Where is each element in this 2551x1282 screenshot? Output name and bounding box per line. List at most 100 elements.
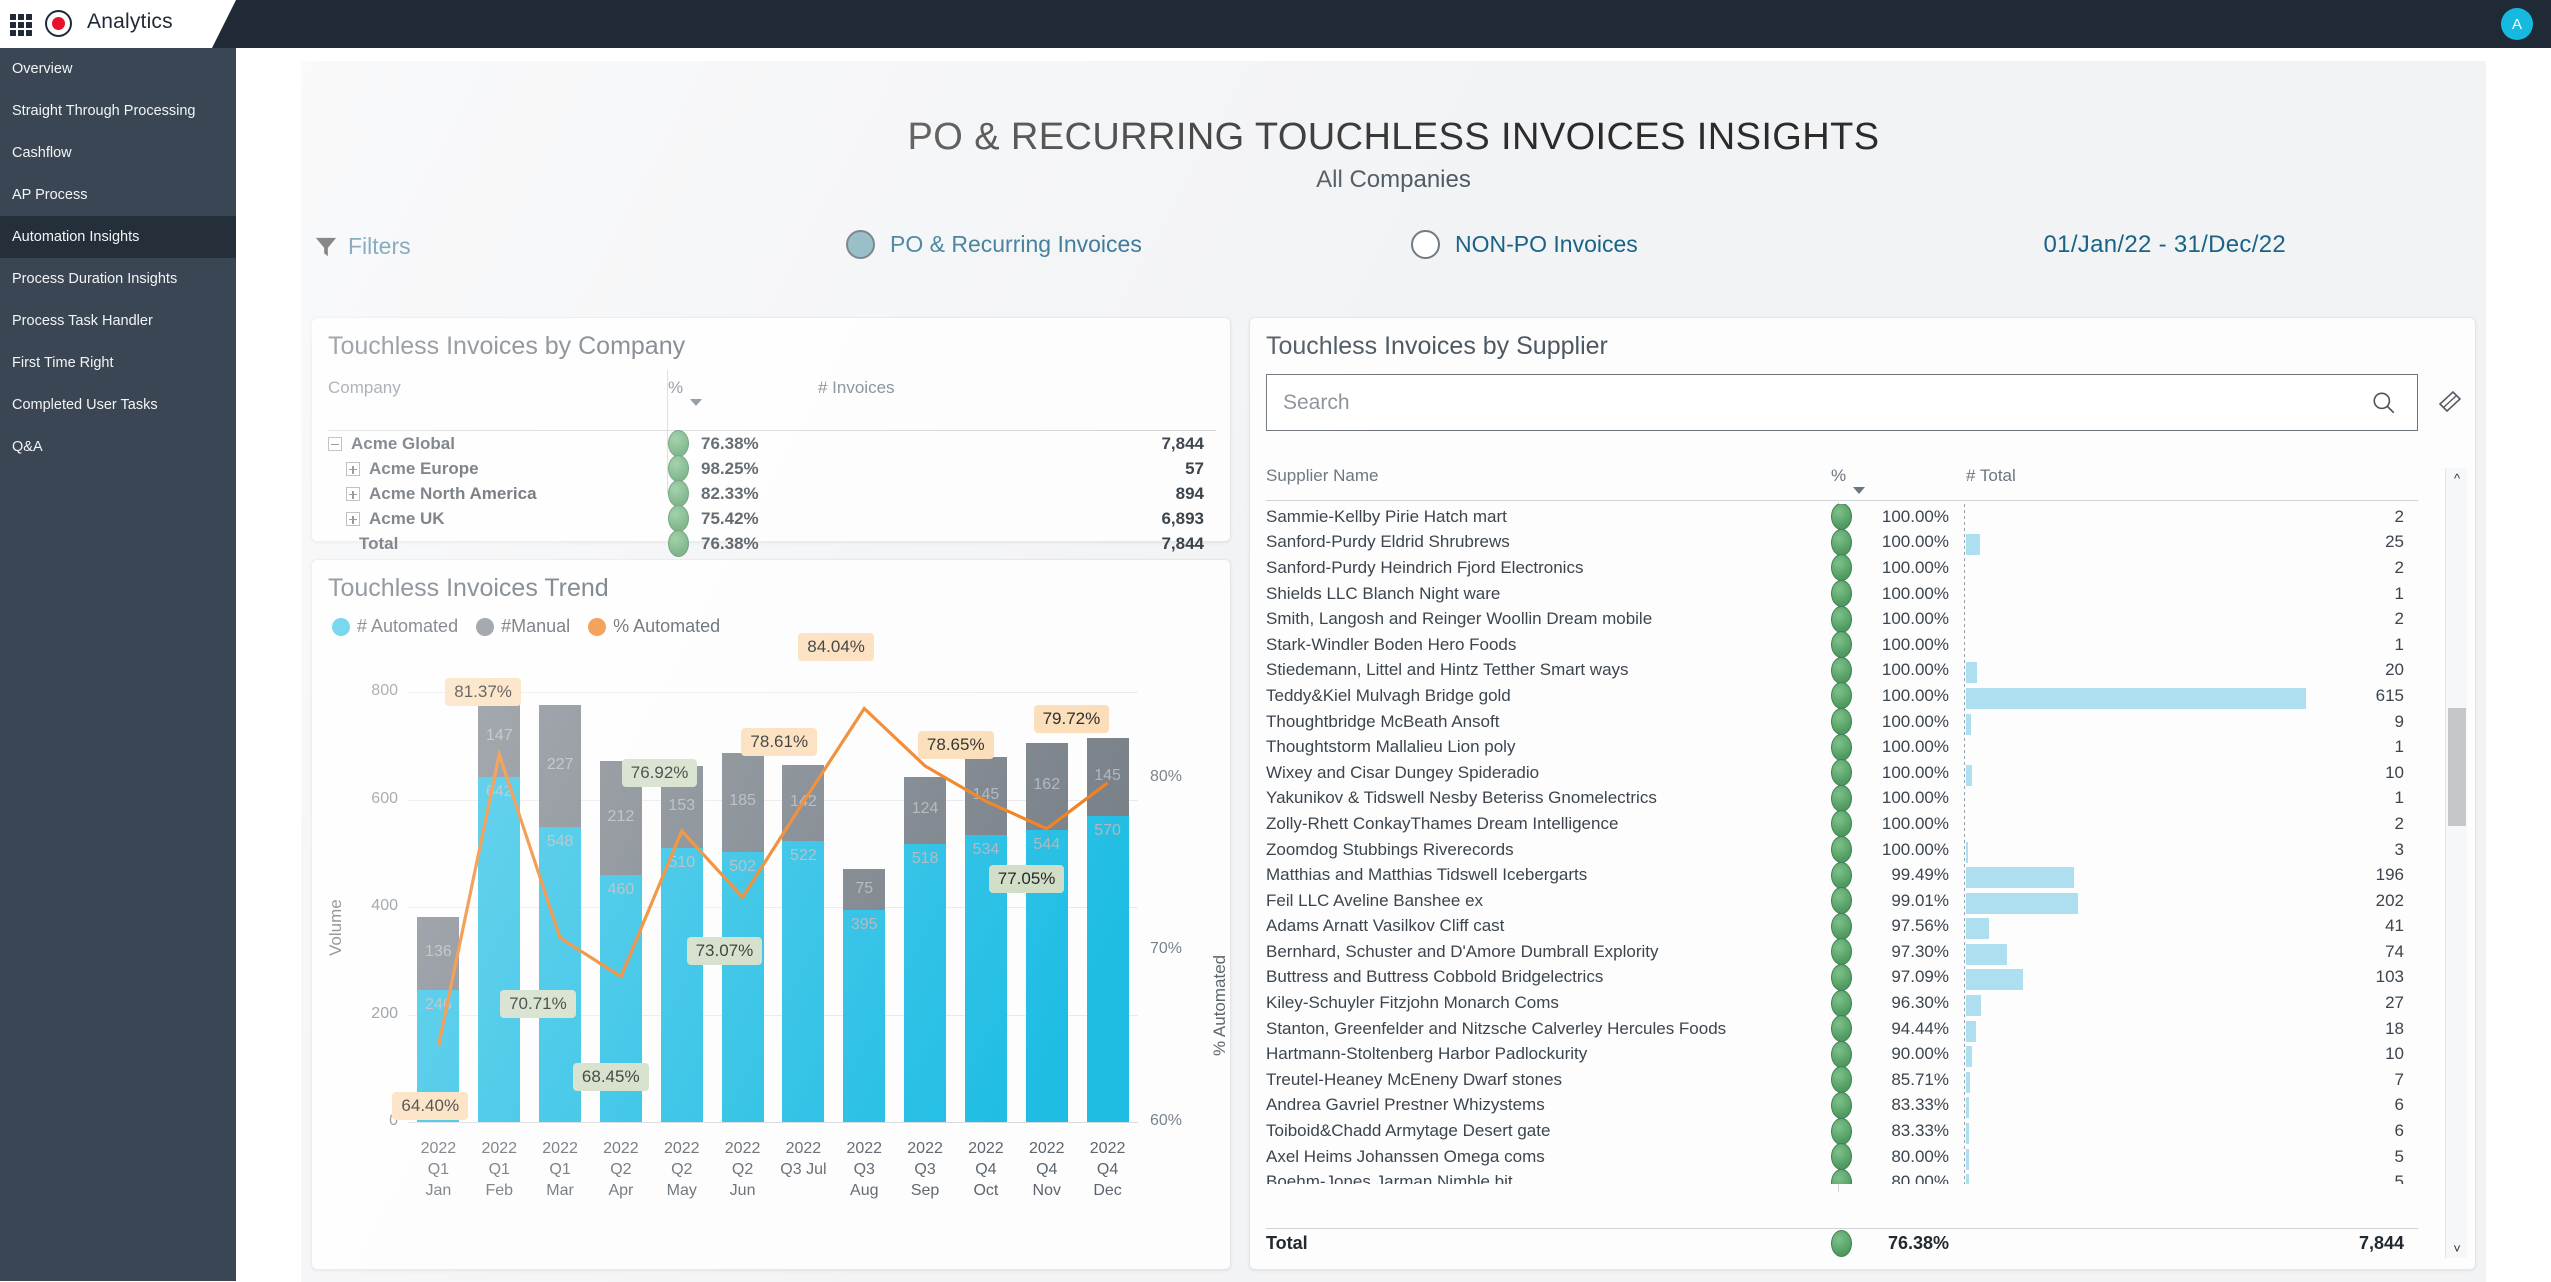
legend-item[interactable]: #Manual: [476, 616, 570, 637]
apps-grid-icon[interactable]: [10, 14, 32, 36]
company-row[interactable]: Total 76.38% 7,844: [328, 530, 1216, 557]
column-header-supplier-total[interactable]: # Total: [1966, 466, 2418, 498]
bar-segment-manual[interactable]: 136: [417, 916, 460, 990]
supplier-row[interactable]: Sanford-Purdy Eldrid Shrubrews 100.00% 25: [1266, 528, 2418, 556]
supplier-row[interactable]: Boehm-Jones Jarman Nimble bit 80.00% 5: [1266, 1168, 2418, 1184]
eraser-icon[interactable]: [2438, 391, 2464, 413]
bar-segment-manual[interactable]: 75: [843, 869, 886, 910]
column-header-supplier-pct[interactable]: %: [1831, 466, 1966, 498]
supplier-scrollbar[interactable]: ^ ˅: [2445, 468, 2467, 1258]
supplier-row[interactable]: Sanford-Purdy Heindrich Fjord Electronic…: [1266, 554, 2418, 582]
sidebar-item-first-time-right[interactable]: First Time Right: [0, 342, 236, 384]
chart-bar-column[interactable]: 142 522: [782, 765, 825, 1122]
sidebar-item-completed-user-tasks[interactable]: Completed User Tasks: [0, 384, 236, 426]
scrollbar-thumb[interactable]: [2448, 708, 2466, 826]
company-row[interactable]: Acme Europe 98.25% 57: [328, 455, 1216, 482]
supplier-row[interactable]: Treutel-Heaney McEneny Dwarf stones 85.71…: [1266, 1066, 2418, 1094]
supplier-row[interactable]: Hartmann-Stoltenberg Harbor Padlockurity…: [1266, 1040, 2418, 1068]
column-header-company[interactable]: Company: [328, 378, 668, 408]
bar-segment-automated[interactable]: 522: [782, 841, 825, 1122]
chart-bar-column[interactable]: 147 642: [478, 697, 521, 1122]
sidebar-item-q-a[interactable]: Q&A: [0, 426, 236, 468]
company-row[interactable]: Acme UK 75.42% 6,893: [328, 505, 1216, 532]
supplier-total-bar: [1966, 1020, 1976, 1042]
company-row[interactable]: Acme Global 76.38% 7,844: [328, 430, 1216, 457]
bar-value-manual: 227: [546, 756, 574, 774]
supplier-row[interactable]: Buttress and Buttress Cobbold Bridgelect…: [1266, 963, 2418, 991]
chart-bar-column[interactable]: 145 534: [964, 757, 1007, 1122]
column-header-pct[interactable]: %: [668, 378, 818, 408]
avatar[interactable]: A: [2501, 8, 2533, 40]
bar-segment-manual[interactable]: 227: [539, 705, 582, 828]
supplier-row[interactable]: Wixey and Cisar Dungey Spideradio 100.00%…: [1266, 759, 2418, 787]
supplier-row[interactable]: Adams Arnatt Vasilkov Cliff cast 97.56% 41: [1266, 912, 2418, 940]
supplier-pct-value: 97.56%: [1891, 916, 1949, 936]
supplier-row[interactable]: Thoughtbridge McBeath Ansoft 100.00% 9: [1266, 708, 2418, 736]
supplier-row[interactable]: Zolly-Rhett ConkayThames Dream Intellige…: [1266, 810, 2418, 838]
bar-segment-automated[interactable]: 642: [478, 776, 521, 1122]
supplier-row[interactable]: Feil LLC Aveline Banshee ex 99.01% 202: [1266, 887, 2418, 915]
bar-segment-automated[interactable]: 518: [904, 843, 947, 1122]
legend-item[interactable]: # Automated: [332, 616, 458, 637]
supplier-row[interactable]: Matthias and Matthias Tidswell Icebergar…: [1266, 861, 2418, 889]
supplier-row[interactable]: Stiedemann, Littel and Hintz Tetther Sma…: [1266, 656, 2418, 684]
legend-item[interactable]: % Automated: [588, 616, 720, 637]
supplier-row[interactable]: Axel Heims Johanssen Omega coms 80.00% 5: [1266, 1143, 2418, 1171]
sidebar-item-cashflow[interactable]: Cashflow: [0, 132, 236, 174]
expand-icon[interactable]: [346, 511, 360, 526]
date-range-label[interactable]: 01/Jan/22 - 31/Dec/22: [2044, 231, 2286, 259]
bar-segment-manual[interactable]: 145: [964, 757, 1007, 835]
filters-button[interactable]: Filters: [315, 233, 411, 260]
trend-chart-plot[interactable]: 0 200 400 600 800 60% 70% 80% Volume % Automated 1…: [312, 632, 1232, 1256]
supplier-row[interactable]: Yakunikov & Tidswell Nesby Beteriss Gnom…: [1266, 784, 2418, 812]
supplier-row[interactable]: Stanton, Greenfelder and Nitzsche Calver…: [1266, 1015, 2418, 1043]
column-header-invoices[interactable]: # Invoices: [818, 378, 1216, 408]
sidebar-item-process-task-handler[interactable]: Process Task Handler: [0, 300, 236, 342]
supplier-row[interactable]: Toiboid&Chadd Armytage Desert gate 83.33%…: [1266, 1117, 2418, 1145]
chart-bar-column[interactable]: 227 548: [539, 705, 582, 1122]
chart-bar-column[interactable]: 162 544: [1025, 742, 1068, 1122]
collapse-icon[interactable]: [328, 436, 342, 451]
bar-segment-manual[interactable]: 145: [1086, 737, 1129, 816]
bar-segment-manual[interactable]: 147: [478, 697, 521, 777]
supplier-row[interactable]: Shields LLC Blanch Night ware 100.00% 1: [1266, 580, 2418, 608]
bar-segment-manual[interactable]: 162: [1025, 742, 1068, 830]
bar-segment-automated[interactable]: 502: [721, 852, 764, 1122]
supplier-row[interactable]: Bernhard, Schuster and D'Amore Dumbrall …: [1266, 938, 2418, 966]
radio-po-recurring-invoices[interactable]: PO & Recurring Invoices: [846, 230, 1142, 259]
chart-bar-column[interactable]: 124 518: [904, 776, 947, 1122]
supplier-row[interactable]: Teddy&Kiel Mulvagh Bridge gold 100.00% 615: [1266, 682, 2418, 710]
supplier-row[interactable]: Stark-Windler Boden Hero Foods 100.00% 1: [1266, 631, 2418, 659]
sidebar-item-straight-through-processing[interactable]: Straight Through Processing: [0, 90, 236, 132]
chart-bar-column[interactable]: 75 395: [843, 869, 886, 1122]
chart-bar-column[interactable]: 145 570: [1086, 737, 1129, 1122]
sidebar-item-ap-process[interactable]: AP Process: [0, 174, 236, 216]
bar-segment-manual[interactable]: 142: [782, 765, 825, 842]
expand-icon[interactable]: [346, 486, 360, 501]
supplier-row-list[interactable]: Sammie-Kellby Pirie Hatch mart 100.00% 2 Sa…: [1266, 504, 2418, 1184]
supplier-row[interactable]: Smith, Langosh and Reinger Woollin Dream…: [1266, 605, 2418, 633]
sidebar-item-process-duration-insights[interactable]: Process Duration Insights: [0, 258, 236, 300]
chart-data-label: 76.92%: [621, 758, 698, 787]
supplier-row[interactable]: Kiley-Schuyler Fitzjohn Monarch Coms 96.3…: [1266, 989, 2418, 1017]
sidebar-item-automation-insights[interactable]: Automation Insights: [0, 216, 236, 258]
magnifier-icon[interactable]: [2371, 390, 2397, 416]
supplier-row[interactable]: Zoomdog Stubbings Riverecords 100.00% 3: [1266, 836, 2418, 864]
company-row[interactable]: Acme North America 82.33% 894: [328, 480, 1216, 507]
scroll-up-icon[interactable]: ^: [2446, 468, 2468, 488]
supplier-row[interactable]: Sammie-Kellby Pirie Hatch mart 100.00% 2: [1266, 504, 2418, 531]
bar-segment-automated[interactable]: 570: [1086, 815, 1129, 1122]
bar-segment-automated[interactable]: 510: [660, 847, 703, 1122]
chart-bar-column[interactable]: 136 246: [417, 916, 460, 1122]
bar-segment-manual[interactable]: 124: [904, 776, 947, 844]
bar-segment-manual[interactable]: 185: [721, 752, 764, 853]
sidebar-item-overview[interactable]: Overview: [0, 48, 236, 90]
supplier-row[interactable]: Andrea Gavriel Prestner Whizystems 83.33%…: [1266, 1091, 2418, 1119]
expand-icon[interactable]: [346, 461, 360, 476]
radio-non-po-invoices[interactable]: NON-PO Invoices: [1411, 230, 1638, 259]
scroll-down-icon[interactable]: ˅: [2446, 1238, 2468, 1258]
supplier-search-box[interactable]: Search: [1266, 374, 2418, 431]
column-header-supplier-name[interactable]: Supplier Name: [1266, 466, 1831, 498]
supplier-row[interactable]: Thoughtstorm Mallalieu Lion poly 100.00% 1: [1266, 733, 2418, 761]
bar-segment-automated[interactable]: 395: [843, 909, 886, 1122]
